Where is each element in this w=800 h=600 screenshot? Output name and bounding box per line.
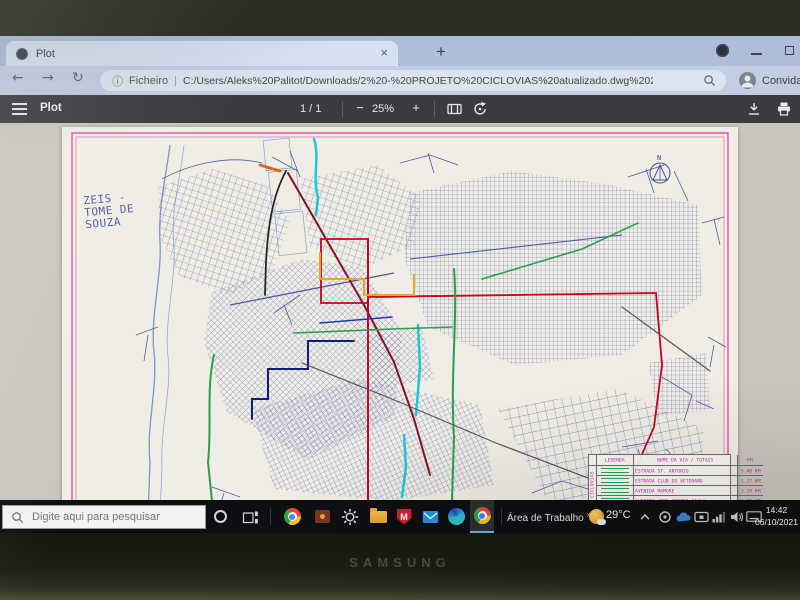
- browser-update-icon[interactable]: [716, 44, 729, 57]
- settings-gear-icon[interactable]: [338, 504, 362, 529]
- profile-avatar[interactable]: [739, 72, 756, 89]
- reload-icon[interactable]: ↻: [72, 70, 84, 86]
- fit-page-icon[interactable]: [446, 101, 463, 117]
- route-swatch-icon: [601, 478, 629, 483]
- zeis-label: ZEIS - TOME DE SOUZA: [83, 190, 136, 231]
- route-swatch-icon: [601, 488, 629, 493]
- new-tab-button[interactable]: +: [428, 40, 454, 64]
- clock-time: 14:42: [753, 505, 800, 517]
- pdf-toolbar: Plot 1 / 1 − 25% +: [0, 95, 800, 123]
- url-omnibox[interactable]: ⓘ Ficheiro | C:/Users/Aleks%20Palitot/Do…: [100, 70, 726, 91]
- page-counter: 1 / 1: [300, 103, 321, 115]
- city-map-svg: ZEIS - TOME DE SOUZA N: [62, 127, 738, 500]
- temperature-label[interactable]: 29°C: [606, 509, 631, 521]
- download-icon[interactable]: [746, 101, 762, 117]
- taskbar-divider: [501, 508, 502, 525]
- zoom-in-button[interactable]: +: [408, 100, 424, 115]
- svg-text:N: N: [657, 154, 661, 162]
- laptop-brand-logo: SAMSUNG: [0, 555, 800, 570]
- legend-header-row: LEGENDA NOME DA VIA / TOTAIS KM: [597, 455, 763, 466]
- legend-header-nome: NOME DA VIA / TOTAIS: [657, 457, 713, 463]
- legend-row: AVENIDA MAMORE 3.19 KM: [597, 486, 763, 496]
- svg-text:SOUZA: SOUZA: [85, 215, 122, 231]
- mail-icon[interactable]: [418, 504, 442, 529]
- legend-table: CICLOVIAS LEGENDA NOME DA VIA / TOTAIS K…: [588, 454, 731, 500]
- laptop-bezel: SAMSUNG: [0, 533, 800, 600]
- weather-icon[interactable]: [584, 504, 608, 529]
- route-swatch-icon: [601, 468, 629, 473]
- tray-cloud-icon[interactable]: [674, 504, 692, 529]
- taskbar-clock[interactable]: 14:42 06/10/2021: [753, 505, 800, 528]
- windows-taskbar: M Área de Trabalho» 29°C: [0, 500, 800, 533]
- forward-icon[interactable]: →: [42, 70, 54, 86]
- toolbar-divider: [342, 101, 343, 117]
- tray-network-icon[interactable]: [710, 504, 728, 529]
- tray-snip-icon[interactable]: [692, 504, 710, 529]
- rotate-icon[interactable]: [472, 101, 488, 117]
- browser-tab-bar: Plot × +: [0, 36, 800, 66]
- search-icon: [11, 511, 24, 524]
- tray-sync-icon[interactable]: [656, 504, 674, 529]
- taskbar-search-input[interactable]: [30, 510, 196, 524]
- legend-row: ESTRADA ST. ANTONIO 5.40 KM: [597, 466, 763, 476]
- browser-address-bar: ← → ↻ ⓘ Ficheiro | C:/Users/Aleks%20Pali…: [0, 66, 800, 95]
- route-green-west: [208, 355, 214, 500]
- zoom-out-button[interactable]: −: [352, 100, 368, 115]
- tray-chevron-up-icon[interactable]: [636, 504, 654, 529]
- chrome-taskbar-icon[interactable]: [280, 504, 304, 529]
- toolbar-divider: [434, 101, 435, 117]
- legend-group-label: CICLOVIAS: [590, 471, 595, 498]
- pdf-menu-icon[interactable]: [12, 103, 27, 115]
- file-explorer-icon[interactable]: [366, 504, 390, 529]
- briefcase-app-icon[interactable]: [310, 504, 334, 529]
- back-icon[interactable]: ←: [12, 70, 24, 86]
- legend-header-legenda: LEGENDA: [605, 457, 625, 463]
- tab-close-icon[interactable]: ×: [380, 45, 388, 61]
- plot-sheet: ZEIS - TOME DE SOUZA N CICLOVIAS: [62, 127, 738, 500]
- tab-title: Plot: [36, 48, 55, 60]
- legend-row: ESTRADA CLUB DO VETERANO 1.37 KM: [597, 476, 763, 486]
- url-separator: |: [174, 75, 177, 87]
- street-network: [158, 165, 710, 500]
- window-maximize-button[interactable]: [785, 46, 794, 55]
- mcafee-shield-icon[interactable]: M: [392, 504, 416, 529]
- laptop-screen: Plot × + ← → ↻ ⓘ Ficheiro | C:/Users/Ale…: [0, 36, 800, 533]
- taskbar-search-box[interactable]: [2, 505, 206, 529]
- legend-header-km: KM: [747, 457, 753, 463]
- pdf-content-area[interactable]: ZEIS - TOME DE SOUZA N CICLOVIAS: [0, 123, 800, 500]
- profile-name[interactable]: Convidado: [762, 75, 800, 87]
- url-scheme-label: Ficheiro: [129, 75, 168, 87]
- clock-date: 06/10/2021: [753, 517, 800, 529]
- tray-volume-icon[interactable]: [728, 504, 746, 529]
- tab-favicon-icon: [16, 48, 28, 60]
- url-text: C:/Users/Aleks%20Palitot/Downloads/2%20-…: [183, 75, 653, 87]
- edge-icon[interactable]: [444, 504, 468, 529]
- window-minimize-button[interactable]: [751, 53, 762, 55]
- taskbar-divider: [270, 508, 271, 525]
- omnibox-search-icon[interactable]: [703, 74, 716, 87]
- browser-tab[interactable]: Plot ×: [6, 41, 398, 66]
- desktop-toolbar-label[interactable]: Área de Trabalho»: [507, 510, 591, 524]
- cortana-icon[interactable]: [208, 504, 232, 529]
- zoom-level[interactable]: 25%: [372, 103, 394, 115]
- print-icon[interactable]: [776, 101, 792, 117]
- pdf-document-title: Plot: [40, 102, 62, 114]
- task-view-icon[interactable]: [238, 504, 262, 529]
- page-info-icon[interactable]: ⓘ: [112, 73, 123, 89]
- chrome-active-taskbar-icon[interactable]: [470, 500, 494, 533]
